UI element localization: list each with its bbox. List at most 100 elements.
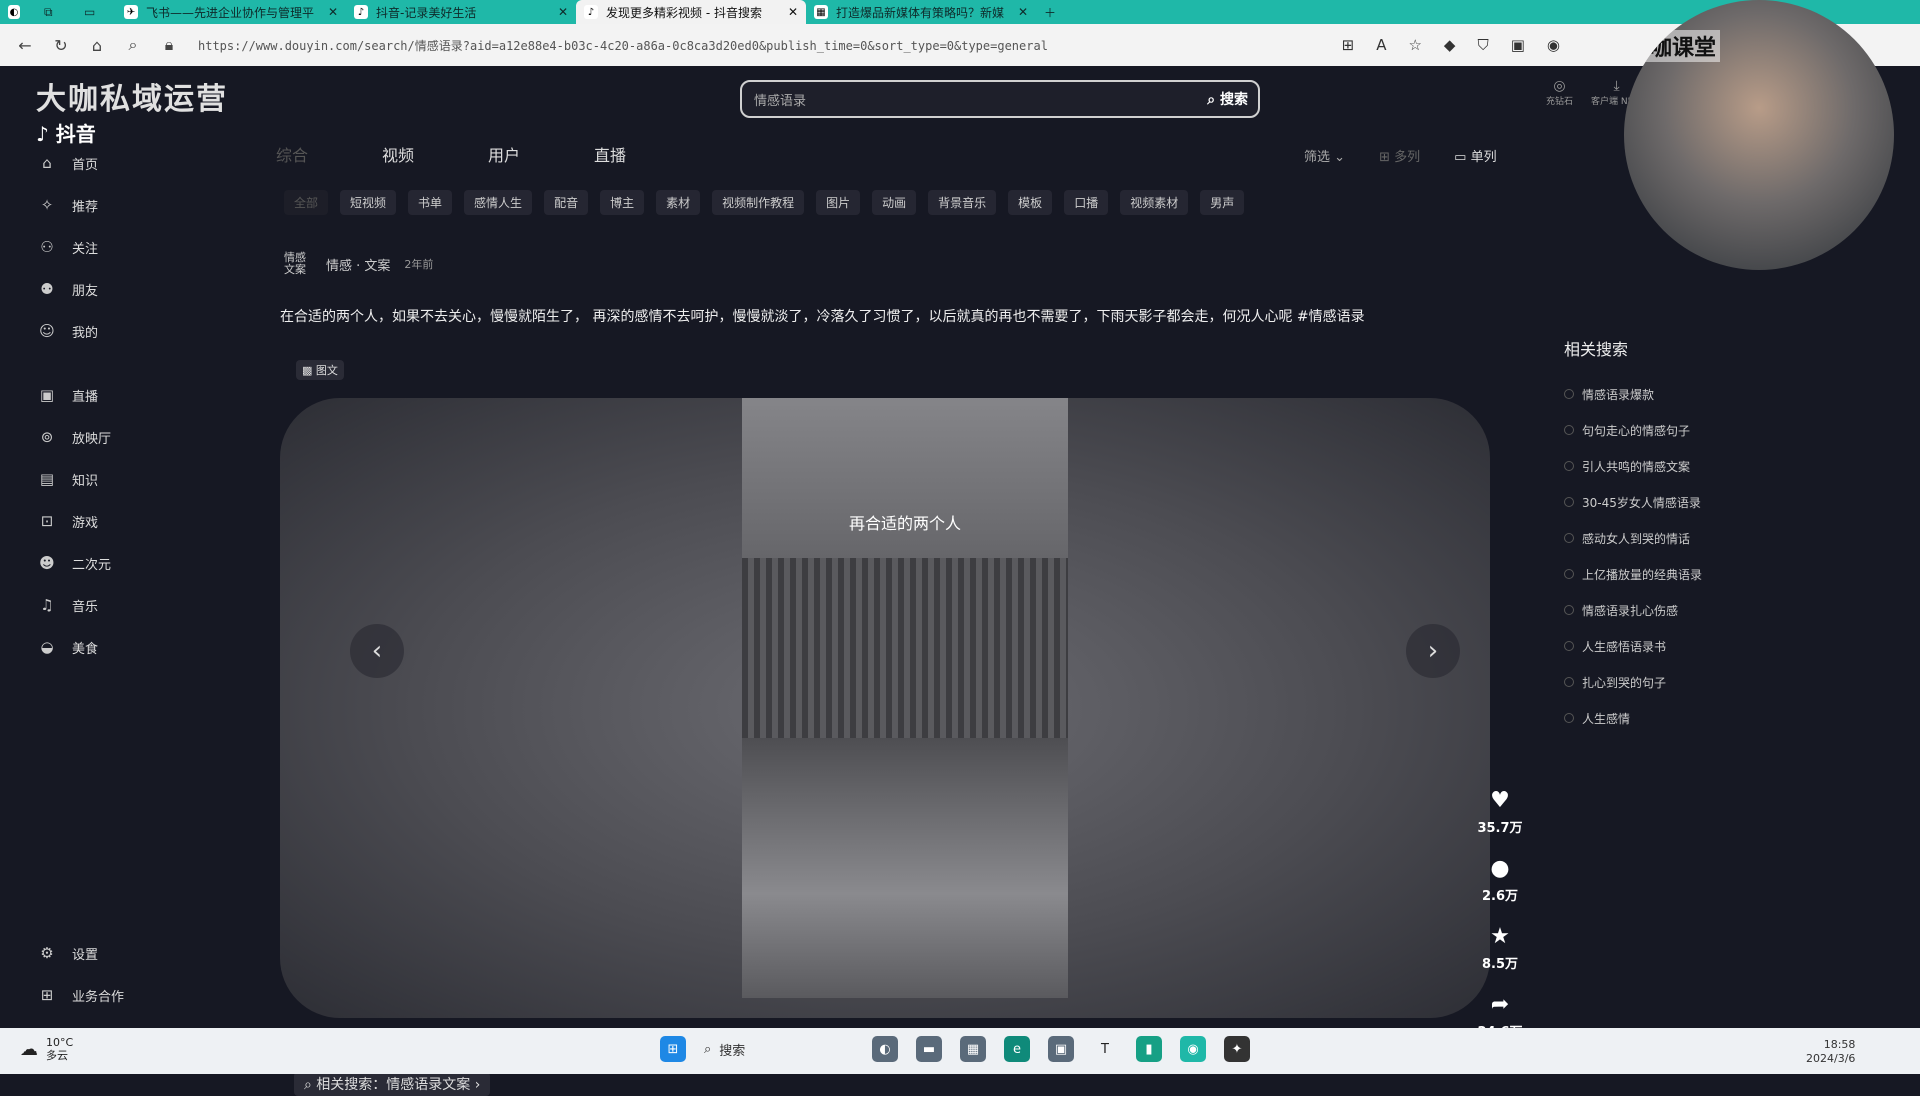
chip[interactable]: 博主 <box>600 190 645 215</box>
related-item[interactable]: 句句走心的情感句子 <box>1564 412 1864 448</box>
extension-icon[interactable]: ◉ <box>1547 36 1560 54</box>
back-icon[interactable]: ← <box>14 36 36 55</box>
list-icon: ▭ <box>1454 150 1467 165</box>
chip[interactable]: 动画 <box>872 190 917 215</box>
app-icon[interactable]: ▣ <box>1048 1036 1074 1062</box>
comment-button[interactable]: ● 2.6万 <box>1468 856 1532 904</box>
related-item[interactable]: 引人共鸣的情感文案 <box>1564 448 1864 484</box>
recharge-button[interactable]: ◎ 充钻石 <box>1546 78 1573 107</box>
refresh-icon[interactable]: ↻ <box>50 36 72 55</box>
new-tab-button[interactable]: ＋ <box>1036 0 1064 24</box>
sidebar-item-friends[interactable]: ⚉ 朋友 <box>38 268 198 310</box>
tab-douyin-search[interactable]: ♪ 发现更多精彩视频 - 抖音搜索 ✕ <box>576 0 806 24</box>
chip[interactable]: 书单 <box>408 190 453 215</box>
sidebar-item-follow[interactable]: ⚇ 关注 <box>38 226 198 268</box>
author-avatar[interactable]: 情感文案 <box>284 252 312 276</box>
related-search-link[interactable]: ⌕ 相关搜索：情感语录文案 › <box>294 1072 491 1096</box>
sidebar-item-live[interactable]: ▣ 直播 <box>38 374 198 416</box>
tab-users[interactable]: 用户 <box>488 142 520 166</box>
author-name[interactable]: 情感 · 文案 <box>326 255 390 274</box>
sidebar-item-food[interactable]: ◒ 美食 <box>38 626 198 668</box>
related-item[interactable]: 扎心到哭的句子 <box>1564 664 1864 700</box>
chip[interactable]: 感情人生 <box>464 190 533 215</box>
chip[interactable]: 短视频 <box>340 190 397 215</box>
read-aloud-icon[interactable]: A <box>1376 36 1386 54</box>
chip[interactable]: 图片 <box>816 190 861 215</box>
related-item[interactable]: 人生感悟语录书 <box>1564 628 1864 664</box>
sidebar-item-cinema[interactable]: ⊚ 放映厅 <box>38 416 198 458</box>
like-button[interactable]: ♥ 35.7万 <box>1468 788 1532 836</box>
post-media[interactable]: 再合适的两个人 ‹ › <box>280 398 1490 1018</box>
chip[interactable]: 模板 <box>1008 190 1053 215</box>
chip[interactable]: 男声 <box>1200 190 1245 215</box>
edge-icon[interactable]: e <box>1004 1036 1030 1062</box>
sidebar-item-music[interactable]: ♫ 音乐 <box>38 584 198 626</box>
app-icon[interactable]: ▦ <box>960 1036 986 1062</box>
tab-comprehensive[interactable]: 综合 <box>276 142 308 166</box>
sidebar-item-recommend[interactable]: ✧ 推荐 <box>38 184 198 226</box>
filter-dropdown[interactable]: 筛选 ⌄ <box>1304 146 1345 165</box>
chip[interactable]: 视频素材 <box>1120 190 1189 215</box>
image-slide[interactable]: 再合适的两个人 <box>742 398 1068 998</box>
chip[interactable]: 背景音乐 <box>928 190 997 215</box>
file-explorer-icon[interactable]: ▬ <box>916 1036 942 1062</box>
extension-icon[interactable]: ◆ <box>1444 36 1456 54</box>
view-single-column[interactable]: ▭ 单列 <box>1454 146 1496 165</box>
chip[interactable]: 口播 <box>1064 190 1109 215</box>
text-app-icon[interactable]: T <box>1092 1036 1118 1062</box>
related-item[interactable]: 30-45岁女人情感语录 <box>1564 484 1864 520</box>
search-icon[interactable]: ⌕ <box>122 35 144 55</box>
prev-arrow-button[interactable]: ‹ <box>350 624 404 678</box>
weather-widget[interactable]: ☁ 10°C 多云 <box>20 1036 73 1062</box>
related-item[interactable]: 上亿播放量的经典语录 <box>1564 556 1864 592</box>
chip[interactable]: 视频制作教程 <box>712 190 805 215</box>
tab-douyin-home[interactable]: ♪ 抖音-记录美好生活 ✕ <box>346 0 576 24</box>
sidebar: ⌂ 首页 ✧ 推荐 ⚇ 关注 ⚉ 朋友 ☺ 我的 ▣ 直播 ⊚ 放映厅 ▤ 知识 ⊡ 游戏 ☻ 二次… <box>38 142 198 668</box>
sidebar-item-business[interactable]: ⊞ 业务合作 <box>38 974 124 1016</box>
app-icon[interactable]: ◐ <box>872 1036 898 1062</box>
tab-article[interactable]: ▦ 打造爆品新媒体有策略吗？新媒 ✕ <box>806 0 1036 24</box>
close-icon[interactable]: ✕ <box>550 5 568 19</box>
related-item[interactable]: 情感语录爆款 <box>1564 376 1864 412</box>
close-icon[interactable]: ✕ <box>320 5 338 19</box>
sidebar-item-me[interactable]: ☺ 我的 <box>38 310 198 352</box>
chip[interactable]: 素材 <box>656 190 701 215</box>
view-multi-column[interactable]: ⊞ 多列 <box>1379 146 1420 165</box>
profile-icon[interactable]: ◐ <box>0 0 36 24</box>
close-icon[interactable]: ✕ <box>780 5 798 19</box>
sidebar-item-games[interactable]: ⊡ 游戏 <box>38 500 198 542</box>
tab-live[interactable]: 直播 <box>594 142 626 166</box>
chip-all[interactable]: 全部 <box>284 190 329 215</box>
related-searches: 相关搜索 情感语录爆款 句句走心的情感句子 引人共鸣的情感文案 30-45岁女人… <box>1564 336 1864 736</box>
app-icon[interactable]: ▮ <box>1136 1036 1162 1062</box>
workspaces-icon[interactable]: ⧉ <box>36 0 76 24</box>
sidebar-item-knowledge[interactable]: ▤ 知识 <box>38 458 198 500</box>
related-item[interactable]: 感动女人到哭的情话 <box>1564 520 1864 556</box>
tab-video[interactable]: 视频 <box>382 142 414 166</box>
shield-icon[interactable]: ⛉ <box>1477 36 1488 54</box>
favorite-button[interactable]: ★ 8.5万 <box>1468 924 1532 972</box>
tab-feishu[interactable]: ✈ 飞书——先进企业协作与管理平 ✕ <box>116 0 346 24</box>
browser-icon[interactable]: ◉ <box>1180 1036 1206 1062</box>
clock[interactable]: 18:58 2024/3/6 <box>1806 1038 1855 1066</box>
windows-start-icon[interactable]: ⊞ <box>660 1036 686 1062</box>
sidebar-item-settings[interactable]: ⚙ 设置 <box>38 932 124 974</box>
favorite-icon[interactable]: ☆ <box>1408 36 1421 54</box>
sidebar-item-home[interactable]: ⌂ 首页 <box>38 142 198 184</box>
url-field[interactable]: https://www.douyin.com/search/情感语录?aid=a… <box>198 37 1048 54</box>
close-icon[interactable]: ✕ <box>1010 5 1028 19</box>
translate-icon[interactable]: ⊞ <box>1342 36 1355 54</box>
chip[interactable]: 配音 <box>544 190 589 215</box>
related-item[interactable]: 人生感情 <box>1564 700 1864 736</box>
app-icon[interactable]: ✦ <box>1224 1036 1250 1062</box>
search-button[interactable]: ⌕ 搜索 <box>1207 89 1258 109</box>
search-input[interactable] <box>742 90 1208 108</box>
related-item[interactable]: 情感语录扎心伤感 <box>1564 592 1864 628</box>
taskbar-search[interactable]: ⌕ 搜索 <box>704 1040 854 1059</box>
home-icon[interactable]: ⌂ <box>86 36 108 55</box>
tab-actions-icon[interactable]: ▭ <box>76 0 116 24</box>
sidebar-item-anime[interactable]: ☻ 二次元 <box>38 542 198 584</box>
next-arrow-button[interactable]: › <box>1406 624 1460 678</box>
logo[interactable]: 大咖私域运营 ♪ 抖音 <box>36 74 228 147</box>
extension-icon[interactable]: ▣ <box>1511 36 1525 54</box>
